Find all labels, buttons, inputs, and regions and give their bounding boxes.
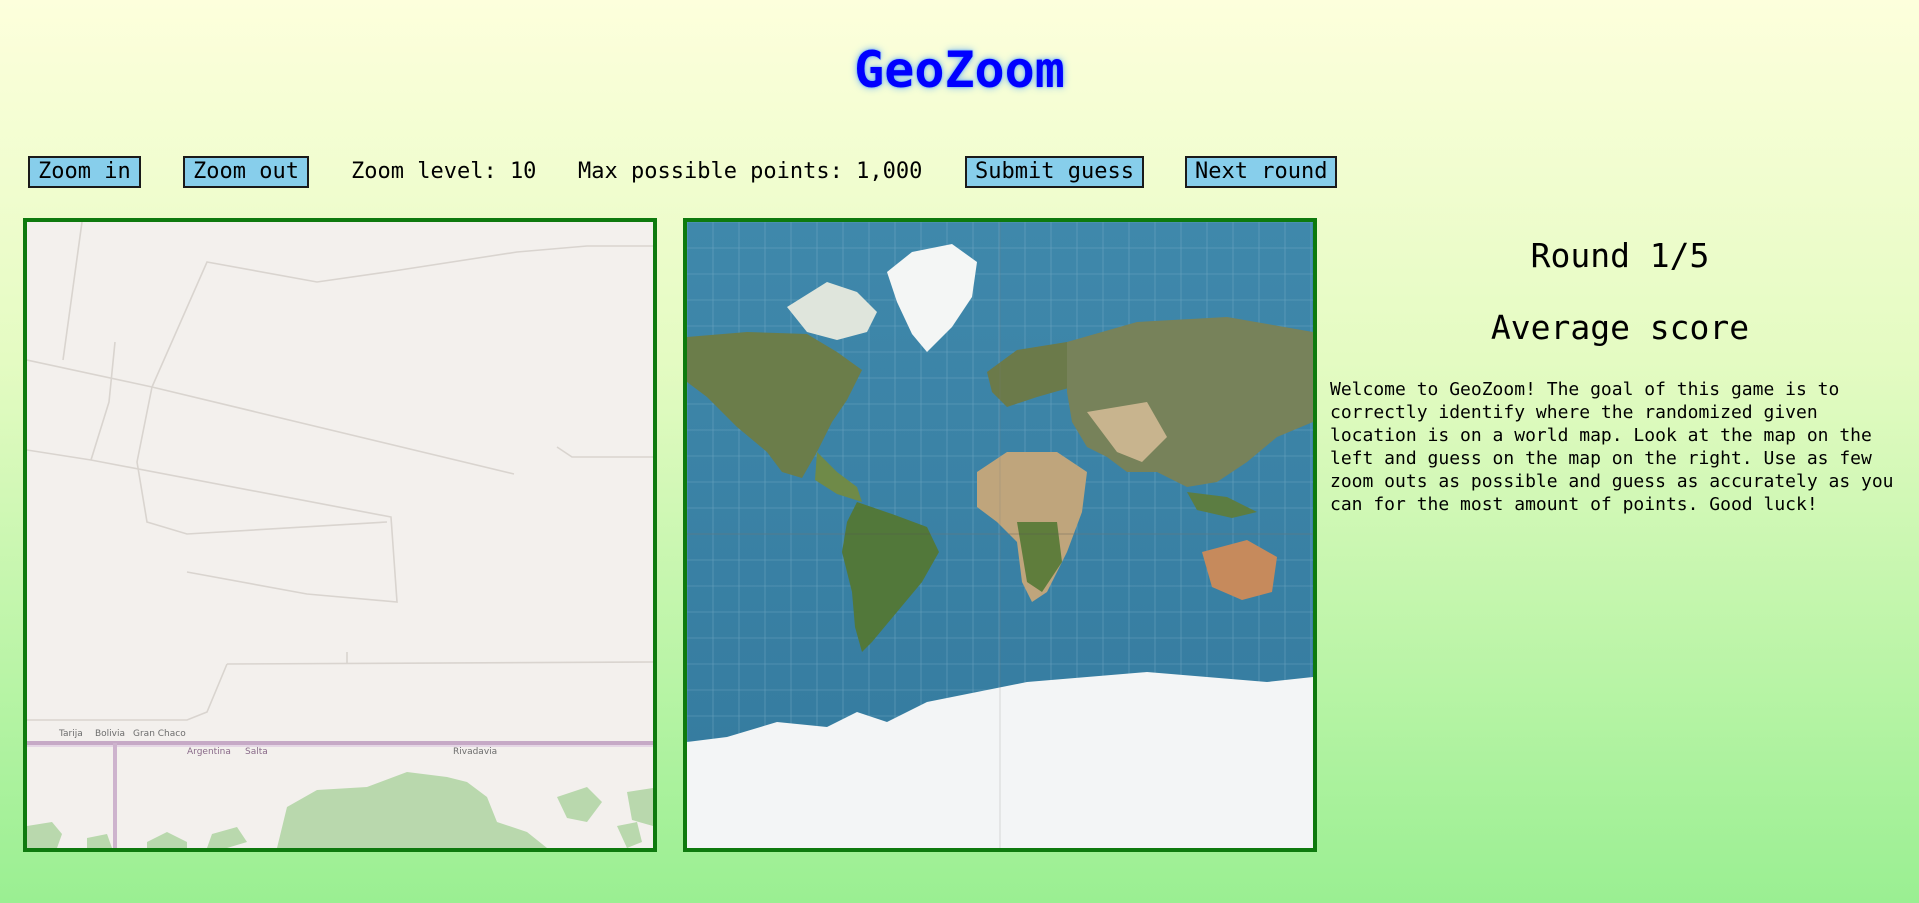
- world-map-canvas: [687, 222, 1313, 848]
- map-label-bolivia: Bolivia: [95, 729, 125, 739]
- map-label-tarija: Tarija: [58, 729, 83, 739]
- max-points-text: Max possible points: 1,000: [578, 159, 923, 184]
- map-label-salta: Salta: [245, 747, 268, 757]
- next-round-button[interactable]: Next round: [1185, 156, 1338, 188]
- page-title: GeoZoom: [854, 41, 1065, 99]
- map-label-rivadavia: Rivadavia: [453, 747, 497, 757]
- zoom-level-text: Zoom level: 10: [351, 159, 537, 184]
- map-label-argentina: Argentina: [187, 747, 231, 757]
- location-map[interactable]: Tarija Bolivia Gran Chaco Argentina Salt…: [23, 218, 657, 852]
- street-map-canvas: Tarija Bolivia Gran Chaco Argentina Salt…: [27, 222, 653, 848]
- welcome-text: Welcome to GeoZoom! The goal of this gam…: [1330, 379, 1894, 515]
- guess-map[interactable]: [683, 218, 1317, 852]
- zoom-out-button[interactable]: Zoom out: [183, 156, 309, 188]
- zoom-in-button[interactable]: Zoom in: [28, 156, 141, 188]
- submit-guess-button[interactable]: Submit guess: [965, 156, 1144, 188]
- average-score: Average score: [1490, 308, 1750, 347]
- round-counter: Round 1/5: [1530, 236, 1710, 275]
- map-label-gran-chaco: Gran Chaco: [133, 729, 186, 739]
